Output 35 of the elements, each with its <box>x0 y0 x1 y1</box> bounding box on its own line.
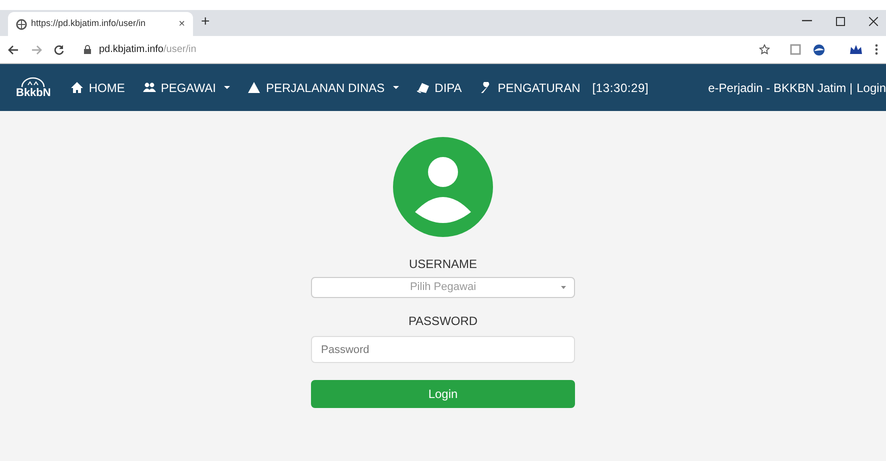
user-avatar-icon <box>393 137 493 237</box>
people-icon <box>142 82 156 93</box>
maximize-icon[interactable] <box>836 17 845 26</box>
extension-icon[interactable] <box>813 44 825 56</box>
login-link[interactable]: Login <box>856 78 886 96</box>
nav-menu-item[interactable]: PENGATURAN <box>480 78 580 96</box>
close-icon[interactable] <box>869 17 878 26</box>
reload-icon[interactable] <box>54 44 64 54</box>
nav-menu-item[interactable]: PERJALANAN DINAS <box>248 78 399 96</box>
home-icon <box>70 82 84 93</box>
minimize-icon[interactable] <box>802 20 812 22</box>
triangle-icon <box>248 82 261 93</box>
caret-icon <box>392 86 399 89</box>
nav-menu-item[interactable]: DIPA <box>416 78 462 96</box>
password-field[interactable]: Password <box>311 336 575 363</box>
username-label: USERNAME <box>408 256 477 273</box>
browser-tab[interactable]: https://pd.kbjatim.info/user/in × <box>8 12 193 36</box>
back-icon[interactable] <box>8 44 19 54</box>
close-tab-button[interactable]: × <box>178 16 185 32</box>
clock-text: [13:30:29] <box>592 80 649 96</box>
nav-menu-item[interactable]: PEGAWAI <box>142 78 230 96</box>
globe-icon <box>16 18 27 30</box>
tab-title: https://pd.kbjatim.info/user/in <box>31 17 147 30</box>
logo[interactable]: BkkbN <box>16 76 51 98</box>
star-icon[interactable] <box>759 44 770 55</box>
book-icon <box>416 82 430 93</box>
caret-icon <box>224 86 230 89</box>
new-tab-button[interactable]: + <box>201 10 210 33</box>
caret-icon <box>561 286 566 289</box>
nav-menu-item[interactable]: HOME <box>70 78 125 96</box>
lock-icon <box>84 45 91 54</box>
password-label: PASSWORD <box>408 313 478 330</box>
address-bar[interactable]: pd.kbjatim.info/user/in <box>76 38 747 60</box>
app-title: e-Perjadin - BKKBN Jatim | <box>708 80 853 96</box>
menu-icon[interactable] <box>875 44 878 55</box>
